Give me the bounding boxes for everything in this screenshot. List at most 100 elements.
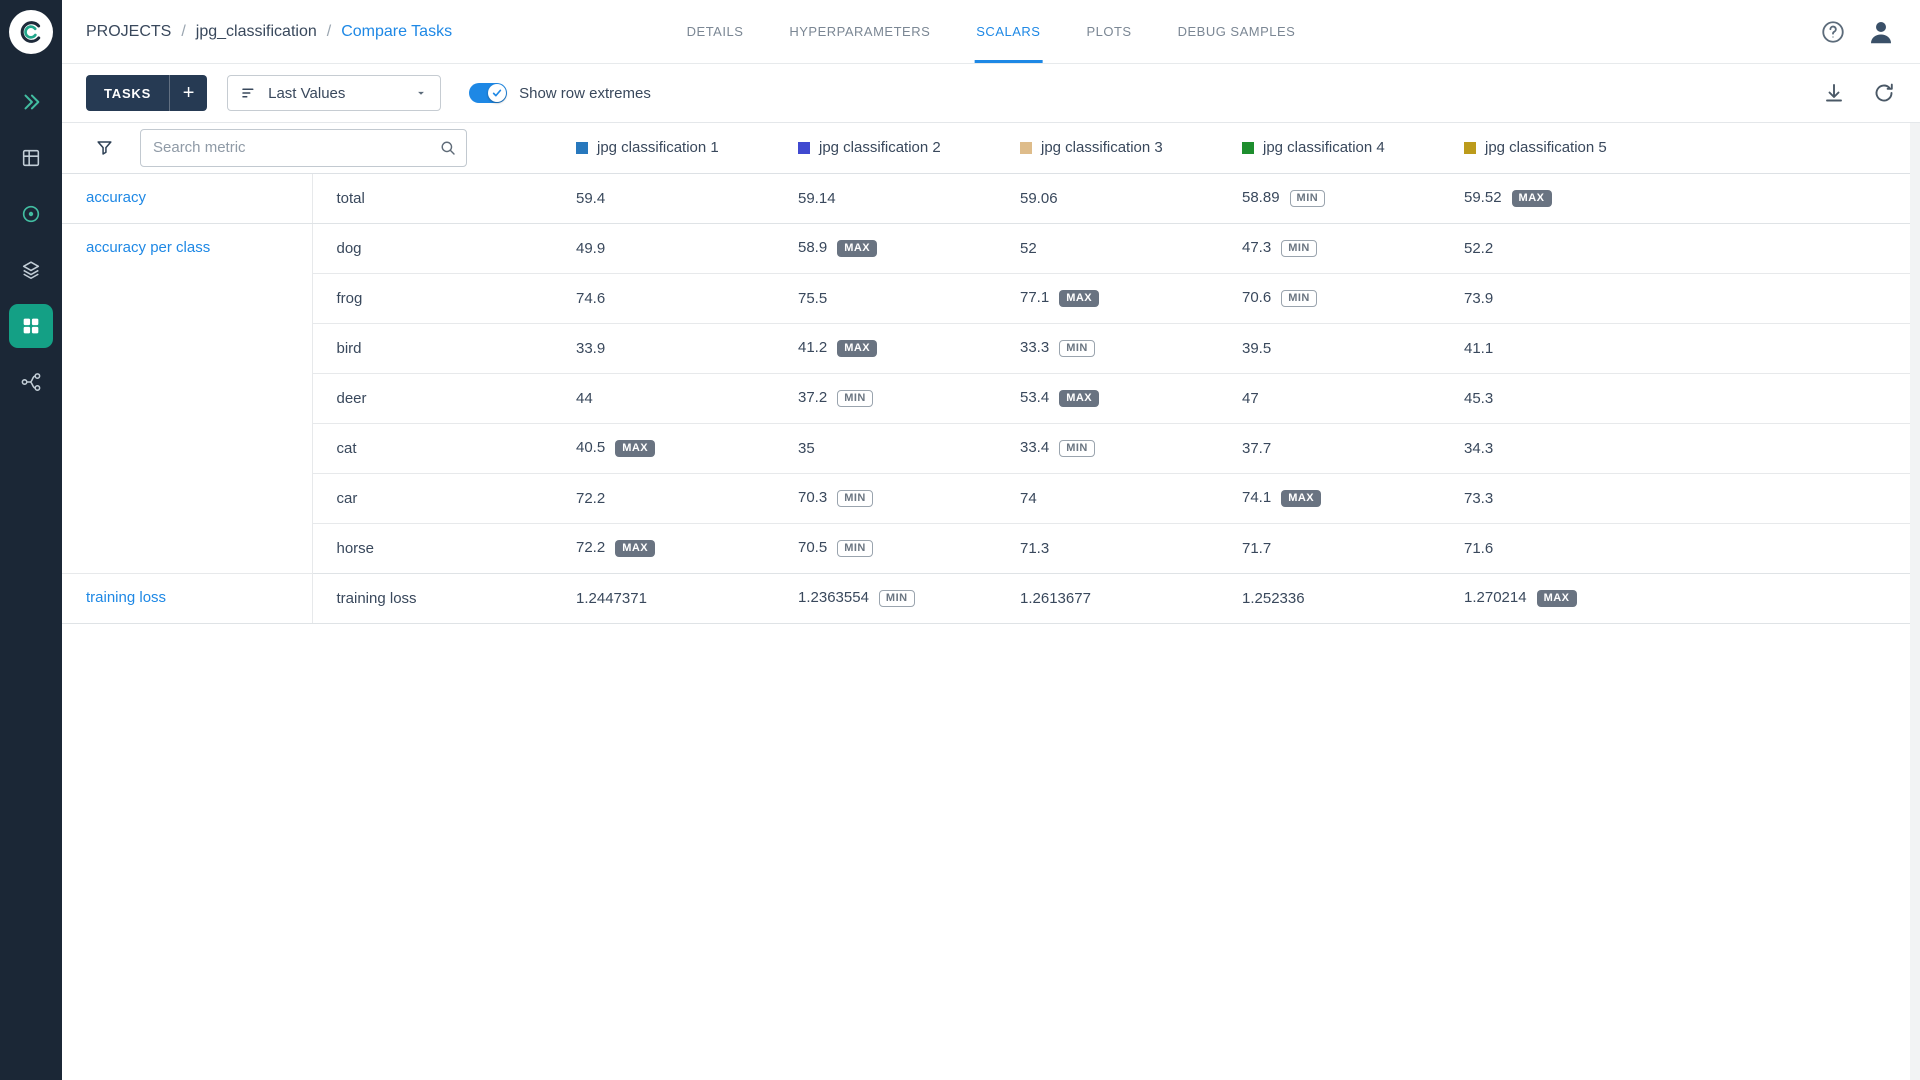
- value-cell: 33.3MIN: [1008, 323, 1230, 373]
- metric-group-cell: accuracy: [62, 173, 312, 223]
- value-cell: 1.270214MAX: [1452, 573, 1920, 623]
- add-task-button[interactable]: +: [169, 75, 207, 111]
- task-column-header[interactable]: jpg classification 1: [564, 123, 786, 173]
- tab-plots[interactable]: PLOTS: [1084, 0, 1133, 63]
- sidebar-item-dashboard[interactable]: [9, 80, 53, 124]
- metric-value: 1.270214: [1464, 589, 1527, 606]
- task-column-header[interactable]: jpg classification 4: [1230, 123, 1452, 173]
- task-color-swatch: [798, 142, 810, 154]
- value-cell: 41.2MAX: [786, 323, 1008, 373]
- metric-value: 53.4: [1020, 389, 1049, 406]
- metric-link[interactable]: accuracy per class: [86, 239, 210, 256]
- header-actions: [1820, 17, 1896, 47]
- breadcrumb-project-name[interactable]: jpg_classification: [196, 23, 317, 41]
- table-row: cat40.5MAX3533.4MIN37.734.3: [62, 423, 1920, 473]
- value-cell: 71.3: [1008, 523, 1230, 573]
- variant-cell: horse: [312, 523, 564, 573]
- metric-value: 77.1: [1020, 289, 1049, 306]
- pipeline-icon: [20, 371, 42, 393]
- metric-group-cell: accuracy per class: [62, 223, 312, 573]
- metric-value: 1.2447371: [576, 590, 647, 607]
- search-metric-input[interactable]: [140, 129, 467, 167]
- sidebar-item-models[interactable]: [9, 248, 53, 292]
- variant-cell: deer: [312, 373, 564, 423]
- metric-value: 74.6: [576, 290, 605, 307]
- value-cell: 33.9: [564, 323, 786, 373]
- sidebar-item-datasets[interactable]: [9, 136, 53, 180]
- variant-cell: total: [312, 173, 564, 223]
- value-cell: 74.6: [564, 273, 786, 323]
- clearml-logo-icon: [17, 18, 45, 46]
- metric-value: 52.2: [1464, 240, 1493, 257]
- metric-value: 33.4: [1020, 439, 1049, 456]
- sidebar: [0, 0, 62, 1080]
- table-controls-cell: [62, 123, 564, 173]
- value-cell: 37.2MIN: [786, 373, 1008, 423]
- tab-hyperparameters[interactable]: HYPERPARAMETERS: [787, 0, 932, 63]
- filter-button[interactable]: [86, 130, 122, 166]
- sidebar-item-agents[interactable]: [9, 192, 53, 236]
- value-cell: 59.52MAX: [1452, 173, 1920, 223]
- values-mode-dropdown[interactable]: Last Values: [227, 75, 441, 111]
- task-column-header[interactable]: jpg classification 2: [786, 123, 1008, 173]
- tasks-button[interactable]: TASKS: [86, 75, 169, 111]
- values-mode-value: Last Values: [268, 85, 345, 102]
- value-cell: 71.7: [1230, 523, 1452, 573]
- value-cell: 75.5: [786, 273, 1008, 323]
- metric-value: 34.3: [1464, 440, 1493, 457]
- min-badge: MIN: [1290, 190, 1326, 207]
- main-area: PROJECTS / jpg_classification / Compare …: [62, 0, 1920, 624]
- max-badge: MAX: [615, 540, 655, 557]
- variant-cell: cat: [312, 423, 564, 473]
- variant-cell: training loss: [312, 573, 564, 623]
- metric-value: 59.14: [798, 190, 836, 207]
- metric-value: 58.89: [1242, 189, 1280, 206]
- metric-search: [140, 129, 467, 167]
- task-column-header[interactable]: jpg classification 3: [1008, 123, 1230, 173]
- breadcrumb-page[interactable]: Compare Tasks: [341, 23, 452, 41]
- show-row-extremes-toggle[interactable]: [469, 83, 507, 103]
- metric-link[interactable]: accuracy: [86, 189, 146, 206]
- tab-scalars[interactable]: SCALARS: [974, 0, 1042, 63]
- layers-icon: [20, 259, 42, 281]
- metric-value: 70.3: [798, 489, 827, 506]
- sidebar-item-applications[interactable]: [9, 304, 53, 348]
- value-cell: 59.06: [1008, 173, 1230, 223]
- value-cell: 33.4MIN: [1008, 423, 1230, 473]
- help-button[interactable]: [1820, 19, 1846, 45]
- sidebar-item-pipelines[interactable]: [9, 360, 53, 404]
- toggle-knob: [488, 84, 506, 102]
- toolbar-actions: [1822, 81, 1896, 105]
- variant-cell: bird: [312, 323, 564, 373]
- metric-value: 33.9: [576, 340, 605, 357]
- refresh-button[interactable]: [1872, 81, 1896, 105]
- sort-icon: [240, 84, 258, 102]
- value-cell: 47.3MIN: [1230, 223, 1452, 273]
- max-badge: MAX: [837, 340, 877, 357]
- user-avatar[interactable]: [1866, 17, 1896, 47]
- clearml-logo[interactable]: [9, 10, 53, 54]
- task-color-swatch: [1020, 142, 1032, 154]
- value-cell: 73.3: [1452, 473, 1920, 523]
- task-column-header[interactable]: jpg classification 5: [1452, 123, 1920, 173]
- value-cell: 58.89 MIN: [1230, 173, 1452, 223]
- min-badge: MIN: [837, 540, 873, 557]
- tab-debug-samples[interactable]: DEBUG SAMPLES: [1176, 0, 1298, 63]
- download-button[interactable]: [1822, 81, 1846, 105]
- table-row: deer4437.2MIN53.4MAX4745.3: [62, 373, 1920, 423]
- metric-link[interactable]: training loss: [86, 589, 166, 606]
- max-badge: MAX: [837, 240, 877, 257]
- scalars-table: jpg classification 1jpg classification 2…: [62, 122, 1920, 624]
- metric-value: 39.5: [1242, 340, 1271, 357]
- value-cell: 1.2613677: [1008, 573, 1230, 623]
- metric-value: 37.7: [1242, 440, 1271, 457]
- metric-value: 1.2363554: [798, 589, 869, 606]
- value-cell: 58.9 MAX: [786, 223, 1008, 273]
- metric-value: 41.1: [1464, 340, 1493, 357]
- scrollbar-track[interactable]: [1910, 123, 1920, 1080]
- check-icon: [491, 87, 503, 99]
- metric-value: 58.9: [798, 239, 827, 256]
- value-cell: 72.2: [564, 473, 786, 523]
- tab-details[interactable]: DETAILS: [685, 0, 746, 63]
- breadcrumb-projects[interactable]: PROJECTS: [86, 23, 171, 41]
